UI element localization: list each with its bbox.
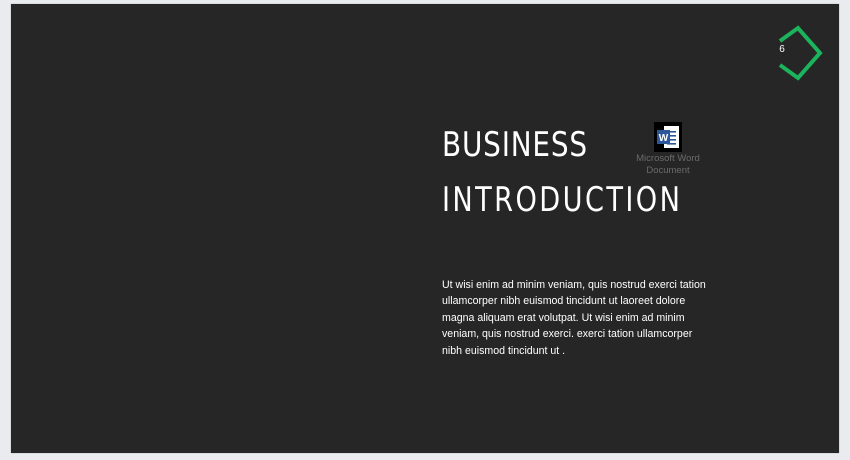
body-text: Ut wisi enim ad minim veniam, quis nostr… bbox=[442, 279, 706, 357]
word-document-label: Microsoft Word Document bbox=[636, 153, 700, 176]
title-line-introduction: INTRODUCTION bbox=[442, 180, 683, 220]
embedded-word-document[interactable]: W Microsoft Word Document bbox=[628, 122, 708, 184]
slide[interactable]: 6 BUSINESS INTRODUCTION W Microsoft Word… bbox=[11, 4, 839, 453]
word-document-icon: W bbox=[654, 122, 682, 152]
svg-text:W: W bbox=[659, 133, 669, 144]
slide-number: 6 bbox=[779, 44, 785, 55]
